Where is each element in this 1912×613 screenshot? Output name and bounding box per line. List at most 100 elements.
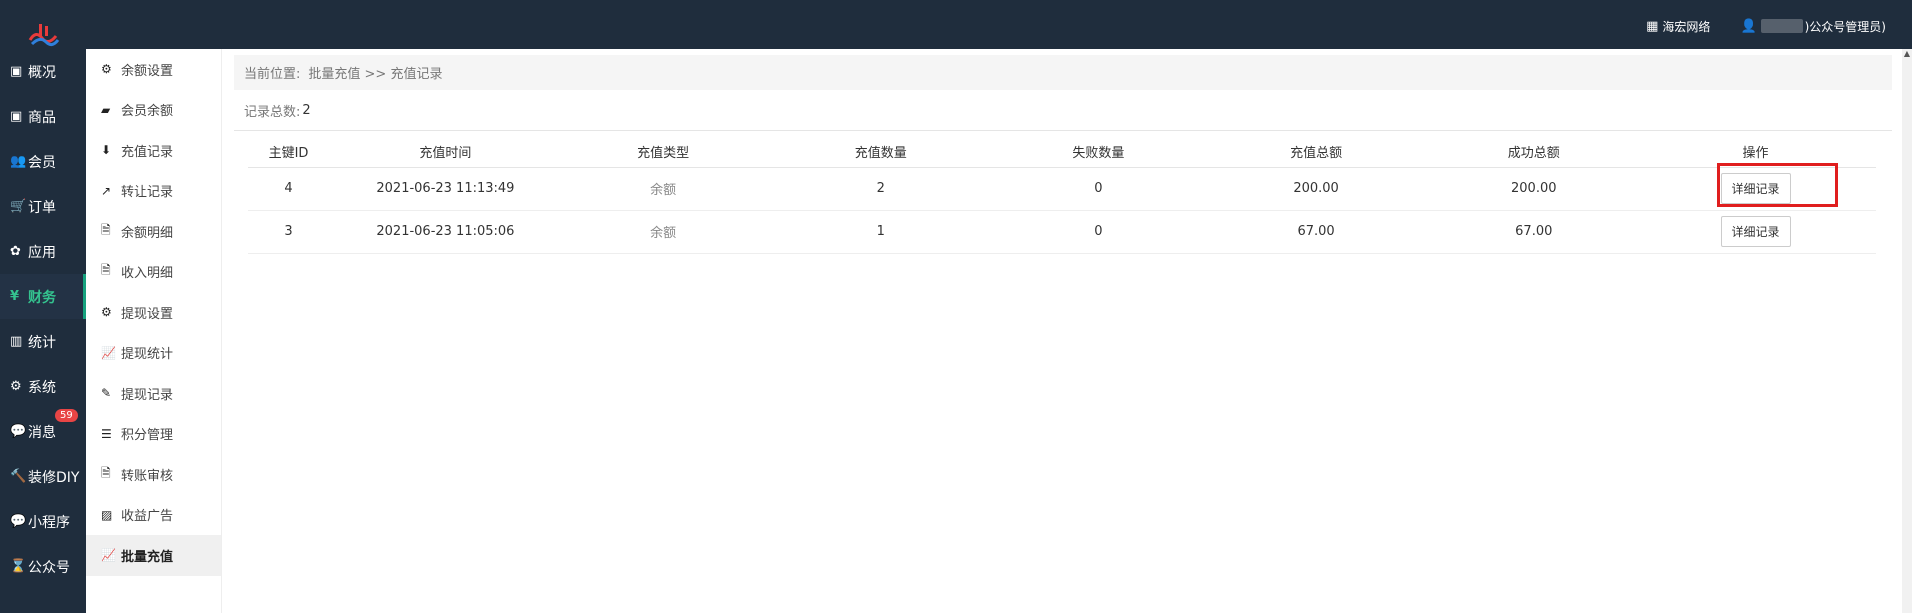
- record-count: 2: [302, 102, 311, 118]
- subnav-item-balance-details[interactable]: 🗎 余额明细: [86, 211, 221, 252]
- nav-item-mini-program[interactable]: 💬 小程序: [0, 499, 86, 544]
- subnav-item-label: 批量充值: [121, 549, 174, 565]
- nav-item-label: 商品: [28, 109, 56, 126]
- gear-icon: ⚙: [101, 62, 112, 77]
- subnav-item-balance-settings[interactable]: ⚙ 余额设置: [86, 49, 221, 90]
- record-count-label: 记录总数:: [244, 104, 301, 120]
- cell-success-total: 200.00: [1432, 167, 1636, 211]
- subnav-item-withdraw-records[interactable]: ✎ 提现记录: [86, 373, 221, 414]
- subnav-item-transfer-records[interactable]: ↗ 转让记录: [86, 171, 221, 212]
- subnav-item-withdraw-settings[interactable]: ⚙ 提现设置: [86, 292, 221, 333]
- cell-qty: 1: [764, 210, 998, 254]
- table-header-row: 主键ID 充值时间 充值类型 充值数量 失败数量 充值总额 成功总额 操作: [248, 136, 1876, 168]
- subnav-item-label: 提现设置: [121, 306, 174, 322]
- subnav-item-recharge-records[interactable]: ⬇ 充值记录: [86, 130, 221, 171]
- breadcrumb-path: 批量充值 >> 充值记录: [308, 67, 443, 82]
- subnav-item-label: 转让记录: [121, 185, 174, 201]
- cell-total: 67.00: [1199, 210, 1433, 254]
- nav-item-finance[interactable]: ¥ 财务: [0, 274, 86, 319]
- subnav-item-label: 余额设置: [121, 63, 174, 79]
- subnav-item-batch-recharge[interactable]: 📈 批量充值: [86, 535, 221, 576]
- gear-icon: ⚙: [10, 379, 22, 394]
- column-header: 充值数量: [764, 136, 998, 168]
- user-role-label: )公众号管理员): [1804, 19, 1886, 34]
- nav-item-label: 概况: [28, 64, 56, 81]
- nav-item-overview[interactable]: ▣ 概况: [0, 49, 86, 94]
- cell-failed: 0: [997, 210, 1200, 254]
- download-icon: ⬇: [101, 143, 112, 158]
- subnav-item-member-balance[interactable]: ▰ 会员余额: [86, 90, 221, 131]
- column-header: 主键ID: [248, 136, 329, 168]
- highlight-annotation: [1717, 163, 1838, 207]
- users-icon: 👥: [10, 154, 27, 169]
- recharge-records-table: 主键ID 充值时间 充值类型 充值数量 失败数量 充值总额 成功总额 操作 4 …: [248, 136, 1876, 254]
- cell-type: 余额: [561, 167, 765, 211]
- bar-chart-icon: ▥: [10, 334, 23, 349]
- nav-item-official-account[interactable]: ⌛ 公众号: [0, 544, 86, 589]
- book-icon: ▰: [101, 102, 111, 117]
- cell-qty: 2: [764, 167, 998, 211]
- gear-icon: ⚙: [101, 305, 112, 320]
- cell-action: 详细记录: [1635, 210, 1876, 254]
- detail-records-button[interactable]: 详细记录: [1720, 216, 1791, 247]
- nav-item-label: 财务: [28, 289, 56, 306]
- nav-item-statistics[interactable]: ▥ 统计: [0, 319, 86, 364]
- image-icon: ▨: [101, 507, 113, 522]
- table-row: 3 2021-06-23 11:05:06 余额 1 0 67.00 67.00…: [248, 210, 1876, 254]
- cell-time: 2021-06-23 11:13:49: [328, 167, 562, 211]
- subnav-item-withdraw-stats[interactable]: 📈 提现统计: [86, 333, 221, 374]
- nav-item-system[interactable]: ⚙ 系统: [0, 364, 86, 409]
- nav-item-messages[interactable]: 💬 消息 59: [0, 409, 86, 454]
- subnav-item-income-details[interactable]: 🗎 收入明细: [86, 252, 221, 293]
- hammer-icon: 🔨: [10, 469, 27, 484]
- vertical-scrollbar[interactable]: ▲: [1902, 49, 1912, 613]
- subnav-item-points-management[interactable]: ☰ 积分管理: [86, 414, 221, 455]
- record-summary: 记录总数: 2: [234, 90, 1892, 131]
- finance-sub-nav: ⚙ 余额设置 ▰ 会员余额 ⬇ 充值记录 ↗ 转让记录 🗎 余额明细 🗎 收入明…: [86, 49, 222, 613]
- subnav-item-transfer-review[interactable]: 🗎 转账审核: [86, 454, 221, 495]
- breadcrumb-prefix: 当前位置:: [244, 67, 301, 82]
- column-header: 充值时间: [328, 136, 562, 168]
- nav-item-decoration[interactable]: 🔨 装修DIY: [0, 454, 86, 499]
- breadcrumb: 当前位置: 批量充值 >> 充值记录: [234, 55, 1892, 90]
- dashboard-icon: ▣: [10, 64, 23, 79]
- file-icon: 🗎: [101, 465, 111, 480]
- line-chart-icon: 📈: [101, 345, 116, 360]
- nav-item-label: 应用: [28, 244, 56, 261]
- yen-icon: ¥: [10, 289, 20, 304]
- user-icon: 👤: [1740, 18, 1757, 34]
- nav-item-orders[interactable]: 🛒 订单: [0, 184, 86, 229]
- subnav-item-label: 充值记录: [121, 144, 174, 160]
- user-menu[interactable]: 👤 )公众号管理员): [1740, 18, 1886, 35]
- cell-success-total: 67.00: [1432, 210, 1636, 254]
- logo-icon: [28, 24, 60, 47]
- message-icon: 💬: [10, 424, 27, 439]
- external-link-icon: ↗: [101, 183, 112, 198]
- subnav-item-label: 收益广告: [121, 509, 174, 525]
- cart-icon: 🛒: [10, 199, 27, 214]
- database-icon: ☰: [101, 426, 112, 441]
- nav-item-label: 消息: [28, 424, 56, 441]
- subnav-item-label: 提现记录: [121, 387, 174, 403]
- scroll-up-icon[interactable]: ▲: [1902, 49, 1912, 59]
- nav-item-label: 系统: [28, 379, 56, 396]
- subnav-item-label: 提现统计: [121, 347, 174, 363]
- product-icon: ▣: [10, 109, 23, 124]
- cell-type: 余额: [561, 210, 765, 254]
- nav-item-products[interactable]: ▣ 商品: [0, 94, 86, 139]
- file-icon: 🗎: [101, 222, 111, 237]
- company-link[interactable]: ▦ 海宏网络: [1646, 18, 1710, 35]
- nav-item-label: 会员: [28, 154, 56, 171]
- subnav-item-revenue-ads[interactable]: ▨ 收益广告: [86, 495, 221, 536]
- apps-icon: ✿: [10, 244, 21, 259]
- nav-item-apps[interactable]: ✿ 应用: [0, 229, 86, 274]
- nav-item-members[interactable]: 👥 会员: [0, 139, 86, 184]
- subnav-item-label: 积分管理: [121, 428, 174, 444]
- nav-item-label: 公众号: [28, 559, 70, 576]
- message-count-badge: 59: [55, 409, 78, 422]
- main-content: 当前位置: 批量充值 >> 充值记录 记录总数: 2 主键ID 充值时间 充值类…: [222, 49, 1912, 613]
- top-bar: ▦ 海宏网络 👤 )公众号管理员): [0, 0, 1912, 49]
- file-icon: 🗎: [101, 263, 111, 278]
- nav-item-label: 装修DIY: [28, 469, 80, 486]
- subnav-item-label: 会员余额: [121, 104, 174, 120]
